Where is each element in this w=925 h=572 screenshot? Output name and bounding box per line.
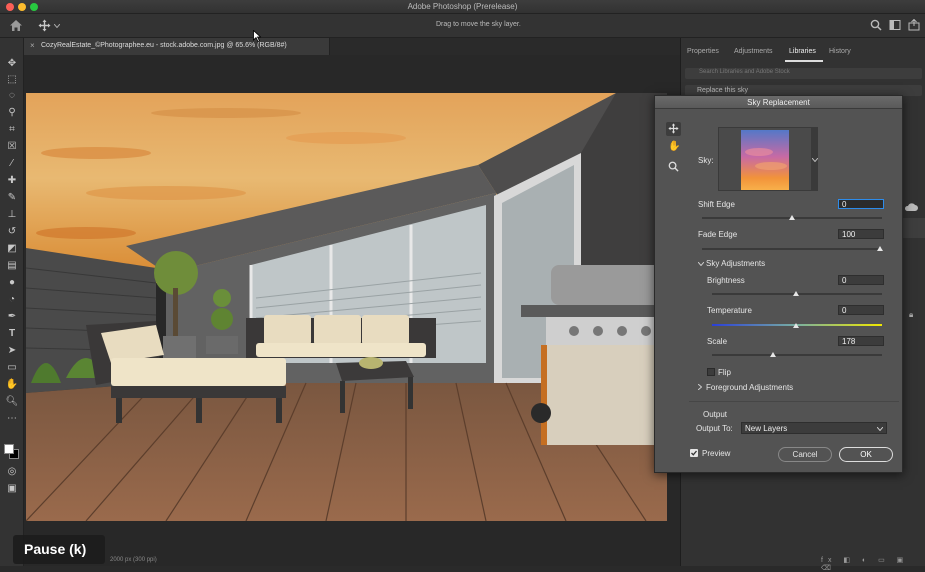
tab-strip: [330, 38, 680, 55]
brightness-input[interactable]: 0: [838, 275, 884, 285]
document-tab-title: CozyRealEstate_©Photographee.eu - stock.…: [41, 42, 287, 49]
title-bar: Adobe Photoshop (Prerelease): [0, 0, 925, 14]
temperature-label: Temperature: [707, 306, 752, 315]
library-search-placeholder: Search Libraries and Adobe Stock: [699, 69, 790, 75]
flip-checkbox[interactable]: [707, 368, 715, 376]
move-tool-icon[interactable]: [38, 19, 51, 32]
zoom-tool-icon[interactable]: [668, 161, 679, 172]
move-sky-tool-icon: [668, 123, 679, 134]
type-tool-icon[interactable]: T: [5, 328, 19, 340]
healing-brush-tool-icon[interactable]: ✚: [5, 175, 19, 187]
close-tab-icon[interactable]: ×: [30, 41, 35, 50]
marquee-tool-icon[interactable]: ⬚: [5, 74, 19, 86]
shift-edge-label: Shift Edge: [698, 200, 735, 209]
library-search-input[interactable]: Search Libraries and Adobe Stock: [685, 68, 922, 79]
output-section-label: Output: [703, 410, 728, 419]
sky-adjustments-header[interactable]: Sky Adjustments: [706, 259, 765, 268]
chevron-right-icon[interactable]: [698, 384, 702, 390]
sky-thumbnail[interactable]: [718, 127, 818, 191]
sky-label: Sky:: [698, 156, 714, 165]
tool-hint: Drag to move the sky layer.: [436, 21, 521, 28]
pause-overlay[interactable]: Pause (k): [13, 535, 105, 564]
tab-adjustments[interactable]: Adjustments: [734, 48, 773, 55]
output-to-select[interactable]: New Layers: [741, 422, 887, 434]
tab-history[interactable]: History: [829, 48, 851, 55]
chevron-down-icon[interactable]: [812, 158, 818, 162]
blur-tool-icon[interactable]: ●: [5, 277, 19, 289]
dialog-title: Sky Replacement: [655, 96, 902, 109]
shift-edge-input[interactable]: 0: [838, 199, 884, 209]
hand-tool-icon[interactable]: ✋: [5, 379, 19, 391]
library-dropdown-value: Replace this sky: [697, 87, 748, 94]
tab-underline: [785, 60, 823, 62]
tab-libraries[interactable]: Libraries: [789, 48, 816, 55]
foreground-adjustments-header[interactable]: Foreground Adjustments: [706, 383, 793, 392]
stamp-tool-icon[interactable]: ⊥: [5, 209, 19, 221]
temperature-input[interactable]: 0: [838, 305, 884, 315]
move-tool-icon[interactable]: ✥: [5, 58, 19, 70]
gradient-tool-icon[interactable]: ▤: [5, 260, 19, 272]
fade-edge-label: Fade Edge: [698, 230, 738, 239]
brightness-thumb[interactable]: [793, 291, 799, 296]
tools-panel: ✥ ⬚ ◌ ⚲ ⌗ ☒ ⁄ ✚ ✎ ⊥ ↺ ◩ ▤ ● ◔ ✒ T ➤ ▭ ✋ …: [0, 38, 24, 566]
scale-input[interactable]: 178: [838, 336, 884, 346]
preview-label: Preview: [702, 449, 731, 458]
zoom-tool-icon[interactable]: 🔍︎: [5, 396, 19, 408]
rectangle-tool-icon[interactable]: ▭: [5, 362, 19, 374]
scale-thumb[interactable]: [770, 352, 776, 357]
temperature-thumb[interactable]: [793, 323, 799, 328]
chevron-down-icon[interactable]: [698, 262, 704, 266]
document-image[interactable]: [26, 93, 667, 521]
quick-selection-tool-icon[interactable]: ⚲: [5, 107, 19, 119]
eraser-tool-icon[interactable]: ◩: [5, 243, 19, 255]
panel-footer-icons: fx ◧ ◐ ▭ ▣ ⌫: [821, 557, 909, 572]
preview-checkbox[interactable]: [690, 449, 698, 457]
scale-label: Scale: [707, 337, 728, 346]
foreground-color-swatch[interactable]: [4, 444, 14, 454]
crop-tool-icon[interactable]: ⌗: [5, 124, 19, 136]
chevron-down-icon: [877, 427, 883, 431]
quick-mask-icon[interactable]: ◎: [5, 466, 19, 478]
lasso-tool-icon[interactable]: ◌: [5, 90, 19, 102]
brightness-label: Brightness: [707, 276, 745, 285]
fade-edge-slider[interactable]: [702, 248, 882, 250]
workspace-icon[interactable]: [889, 19, 901, 31]
tab-properties[interactable]: Properties: [687, 48, 719, 55]
home-icon[interactable]: [9, 19, 23, 32]
dodge-tool-icon[interactable]: ◔: [5, 294, 19, 306]
output-to-value: New Layers: [745, 424, 788, 433]
search-icon[interactable]: [870, 19, 882, 31]
fade-edge-thumb[interactable]: [877, 246, 883, 251]
flip-label: Flip: [718, 368, 731, 377]
window-title: Adobe Photoshop (Prerelease): [407, 2, 518, 11]
panel-row-highlight: [903, 218, 925, 238]
fade-edge-input[interactable]: 100: [838, 229, 884, 239]
sky-preview-image: [741, 130, 789, 190]
frame-tool-icon[interactable]: ☒: [5, 141, 19, 153]
history-brush-tool-icon[interactable]: ↺: [5, 226, 19, 238]
mouse-cursor-icon: [253, 30, 261, 42]
document-status: 2000 px (300 ppi): [110, 557, 157, 563]
more-tools-icon[interactable]: ⋯: [5, 413, 19, 425]
share-icon[interactable]: [908, 19, 920, 31]
options-bar: Drag to move the sky layer.: [0, 14, 925, 38]
pen-tool-icon[interactable]: ✒: [5, 311, 19, 323]
shift-edge-thumb[interactable]: [789, 215, 795, 220]
ok-button[interactable]: OK: [839, 447, 893, 462]
path-selection-tool-icon[interactable]: ➤: [5, 345, 19, 357]
eyedropper-tool-icon[interactable]: ⁄: [5, 158, 19, 170]
document-tab[interactable]: × CozyRealEstate_©Photographee.eu - stoc…: [24, 38, 330, 55]
scale-slider[interactable]: [712, 354, 882, 356]
checkmark-icon: [691, 450, 697, 456]
brush-tool-icon[interactable]: ✎: [5, 192, 19, 204]
sky-replacement-dialog: Sky Replacement ✋ Sky: Shift Edge 0 Fade…: [654, 95, 903, 473]
chevron-down-icon[interactable]: [54, 24, 60, 28]
lock-icon: 🔒︎: [909, 310, 914, 319]
output-to-label: Output To:: [696, 424, 733, 433]
output-divider: [689, 401, 899, 402]
hand-tool-icon[interactable]: ✋: [668, 141, 680, 152]
screen-mode-icon[interactable]: ▣: [5, 483, 19, 495]
cloud-icon: [904, 203, 918, 211]
cancel-button[interactable]: Cancel: [778, 447, 832, 462]
